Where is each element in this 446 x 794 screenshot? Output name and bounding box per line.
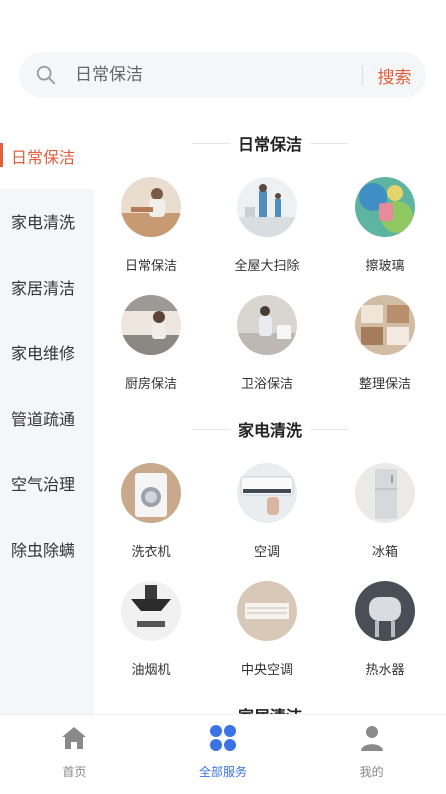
central-ac-photo (237, 581, 297, 641)
search-button[interactable]: 搜索 (363, 52, 426, 98)
service-label: 冰箱 (371, 545, 398, 560)
sidebar-item-air-treatment[interactable]: 空气治理 (0, 451, 94, 517)
bottom-tab-bar: 首页 全部服务 我的 (0, 714, 446, 794)
search-icon (36, 65, 56, 85)
range-hood-photo (121, 581, 181, 641)
service-label: 擦玻璃 (365, 259, 405, 274)
sidebar-item-appliance-cleaning[interactable]: 家电清洗 (0, 189, 94, 255)
section-title: 家电清洗 (94, 417, 446, 441)
service-tile-window-cleaning[interactable]: 擦玻璃 (340, 177, 430, 274)
service-tile-bathroom-cleaning[interactable]: 卫浴保洁 (222, 295, 312, 392)
tab-all-services[interactable]: 全部服务 (149, 715, 298, 794)
service-tile-daily-cleaning[interactable]: 日常保洁 (106, 177, 196, 274)
section-title: 家居清洁 (94, 703, 446, 714)
service-tile-central-ac[interactable]: 中央空调 (222, 581, 312, 678)
sidebar-item-pest-control[interactable]: 除虫除螨 (0, 516, 94, 582)
sidebar-item-appliance-repair[interactable]: 家电维修 (0, 320, 94, 386)
service-tile-refrigerator[interactable]: 冰箱 (340, 463, 430, 560)
service-label: 洗衣机 (131, 545, 171, 560)
grid-icon (210, 725, 236, 751)
window-cleaning-photo (355, 177, 415, 237)
daily-cleaning-photo (121, 177, 181, 237)
service-label: 全屋大扫除 (234, 259, 300, 274)
service-tile-kitchen-cleaning[interactable]: 厨房保洁 (106, 295, 196, 392)
service-label: 空调 (253, 545, 280, 560)
service-tile-water-heater[interactable]: 热水器 (340, 581, 430, 678)
sidebar-item-daily-cleaning[interactable]: 日常保洁 (0, 123, 94, 189)
search-bar: 搜索 (19, 52, 426, 98)
service-label: 油烟机 (131, 663, 171, 678)
washing-machine-photo (121, 463, 181, 523)
service-content: 日常保洁 日常保洁 全屋大扫除 擦玻璃 厨房保洁 卫浴保洁 整理保洁 家电清洗 … (94, 123, 446, 714)
water-heater-photo (355, 581, 415, 641)
service-label: 中央空调 (240, 663, 293, 678)
tab-label: 全部服务 (199, 765, 248, 779)
home-icon (62, 727, 87, 749)
tab-profile[interactable]: 我的 (297, 715, 446, 794)
service-label: 日常保洁 (124, 259, 177, 274)
category-sidebar: 日常保洁 家电清洗 家居清洁 家电维修 管道疏通 空气治理 除虫除螨 (0, 123, 94, 714)
service-tile-range-hood[interactable]: 油烟机 (106, 581, 196, 678)
service-tile-air-conditioner[interactable]: 空调 (222, 463, 312, 560)
air-conditioner-photo (237, 463, 297, 523)
organizing-photo (355, 295, 415, 355)
bathroom-cleaning-photo (237, 295, 297, 355)
sidebar-item-pipe-dredging[interactable]: 管道疏通 (0, 385, 94, 451)
user-icon (360, 726, 383, 751)
search-input[interactable] (75, 52, 345, 98)
sidebar-item-home-cleaning[interactable]: 家居清洁 (0, 254, 94, 320)
service-tile-whole-house-cleaning[interactable]: 全屋大扫除 (222, 177, 312, 274)
service-tile-washing-machine[interactable]: 洗衣机 (106, 463, 196, 560)
tab-home[interactable]: 首页 (0, 715, 149, 794)
section-title: 日常保洁 (94, 131, 446, 155)
service-label: 卫浴保洁 (240, 377, 293, 392)
service-label: 厨房保洁 (124, 377, 177, 392)
service-label: 热水器 (365, 663, 405, 678)
tab-label: 首页 (62, 765, 87, 779)
kitchen-cleaning-photo (121, 295, 181, 355)
whole-house-cleaning-photo (237, 177, 297, 237)
refrigerator-photo (355, 463, 415, 523)
service-label: 整理保洁 (358, 377, 411, 392)
tab-label: 我的 (359, 765, 384, 779)
service-tile-organizing[interactable]: 整理保洁 (340, 295, 430, 392)
